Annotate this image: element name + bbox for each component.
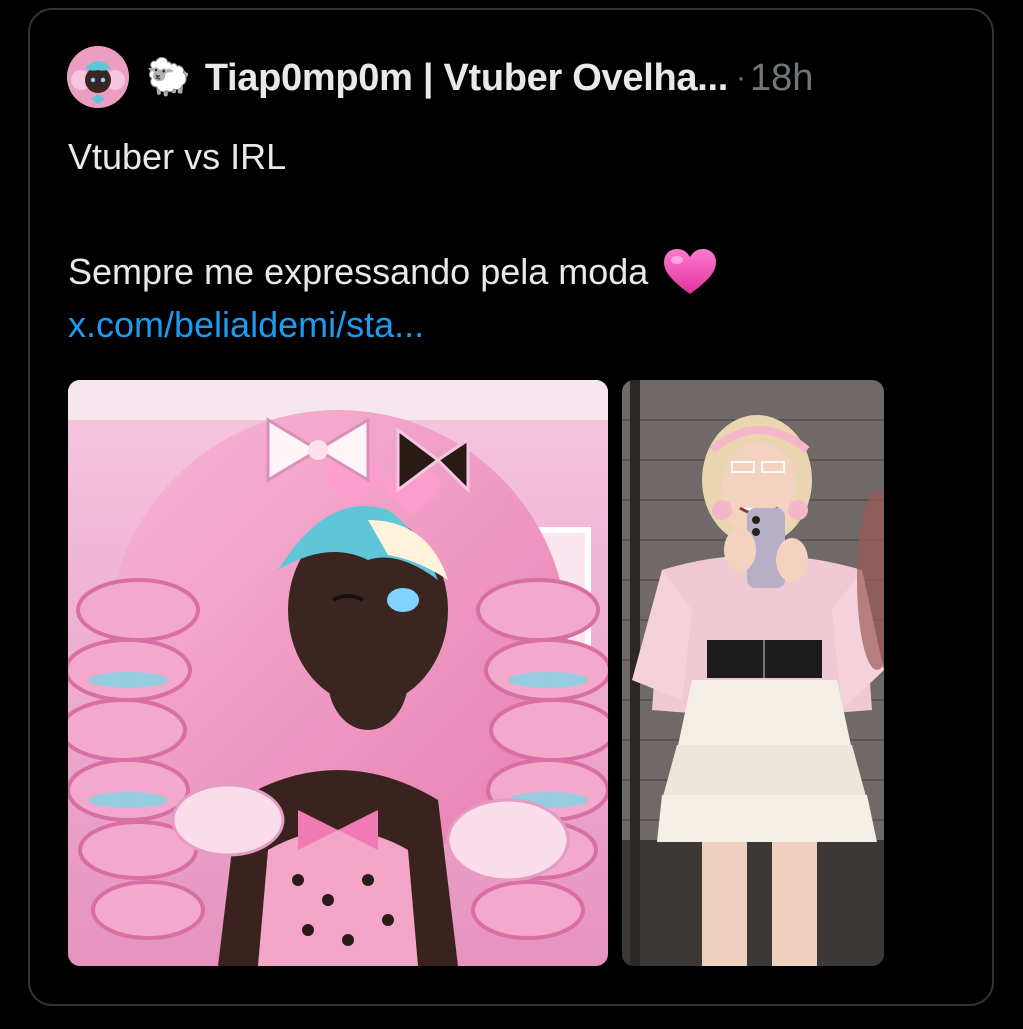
post-link[interactable]: x.com/belialdemi/sta... (68, 304, 424, 346)
post-text-line-1: Vtuber vs IRL (68, 136, 287, 177)
separator-dot: · (735, 61, 746, 94)
pink-heart-icon (662, 248, 718, 296)
post-timestamp[interactable]: 18h (750, 57, 813, 100)
sheep-icon: 🐑 (146, 57, 191, 98)
post-header: 🐑 Tiap0mp0m | Vtuber Ovelha... · 18h (146, 48, 813, 108)
avatar[interactable] (67, 46, 129, 108)
post-text-line-2: Sempre me expressando pela moda (68, 248, 718, 296)
display-name[interactable]: Tiap0mp0m | Vtuber Ovelha... (205, 57, 728, 100)
page: 🐑 Tiap0mp0m | Vtuber Ovelha... · 18h Vtu… (0, 0, 1023, 1029)
post-text-line-2-content: Sempre me expressando pela moda (68, 251, 649, 292)
media-image-vtuber[interactable] (68, 380, 608, 966)
media-image-photo[interactable] (622, 380, 884, 966)
